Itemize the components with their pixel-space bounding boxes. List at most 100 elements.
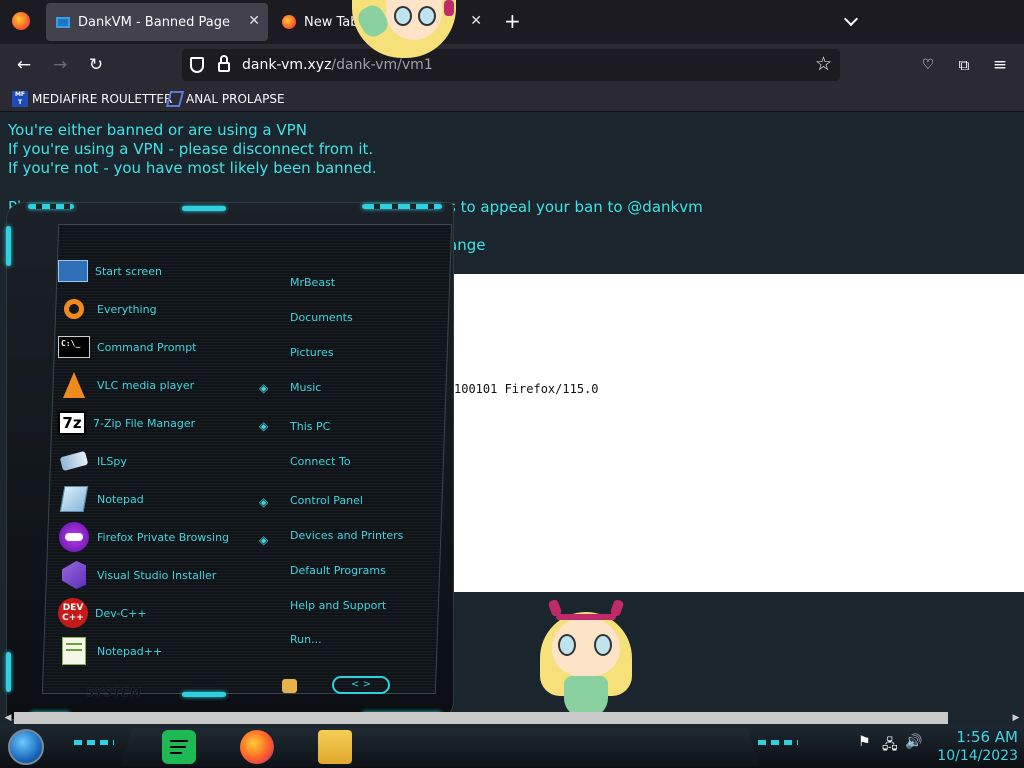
firefox-icon[interactable] — [240, 730, 274, 764]
program-label: Dev-C++ — [95, 606, 147, 620]
lock-icon[interactable] — [218, 62, 230, 72]
start-menu: Start screen Everything C:\_ Command Pro… — [6, 202, 454, 720]
program-notepad[interactable]: Notepad — [58, 482, 258, 516]
tab-title: DankVM - Banned Page — [78, 14, 231, 30]
vm-display-area[interactable] — [454, 274, 1024, 592]
firefox-private-icon — [58, 521, 90, 553]
shield-icon[interactable] — [190, 57, 204, 73]
program-label: Everything — [97, 302, 157, 316]
user-icon[interactable] — [282, 679, 297, 693]
scroll-left-arrow[interactable]: ◀ — [2, 712, 14, 724]
place-music[interactable]: Music — [290, 381, 321, 394]
system-label: SYSTEM — [84, 686, 143, 699]
page-line-4-end: s to appeal your ban to @dankvm — [448, 198, 703, 216]
tab-dankvm[interactable]: DankVM - Banned Page ✕ — [46, 3, 268, 41]
vlc-cone-icon — [58, 369, 90, 401]
visual-studio-icon — [165, 91, 185, 107]
place-pictures[interactable]: Pictures — [290, 346, 334, 359]
submenu-arrow-icon[interactable]: ◈ — [259, 382, 271, 394]
program-firefox-private[interactable]: Firefox Private Browsing — [58, 520, 258, 554]
bookmark-label: ANAL PROLAPSE — [186, 92, 285, 106]
power-button[interactable]: < > — [332, 676, 390, 694]
submenu-arrow-icon[interactable]: ◈ — [259, 496, 271, 508]
bookmark-star-icon[interactable]: ☆ — [815, 53, 832, 75]
start-orb-icon[interactable] — [8, 729, 44, 765]
url-host: dank-vm.xyz — [242, 57, 332, 73]
program-devcpp[interactable]: DEV C++ Dev-C++ — [58, 596, 258, 630]
program-everything[interactable]: Everything — [58, 292, 258, 326]
firefox-icon — [282, 15, 296, 29]
flag-icon[interactable]: ⚑ — [858, 734, 871, 750]
bookmark-mediafire[interactable]: MF T MEDIAFIRE ROULETTER — [12, 90, 172, 108]
plus-icon[interactable]: + — [504, 10, 521, 32]
back-arrow-icon[interactable]: ← — [12, 53, 36, 77]
visual-studio-installer-icon — [58, 559, 90, 591]
seven-zip-icon: 7z — [58, 411, 86, 435]
volume-icon[interactable]: 🔊 — [905, 734, 922, 750]
mediafire-icon: MF T — [12, 91, 28, 107]
program-label: Start screen — [95, 264, 162, 278]
star-sticker-bottom — [536, 598, 636, 726]
useragent-text: 100101 Firefox/115.0 — [454, 382, 599, 396]
chevron-down-icon[interactable] — [843, 11, 859, 27]
program-7zip[interactable]: 7z 7-Zip File Manager — [58, 406, 258, 440]
hamburger-menu-icon[interactable]: ≡ — [988, 53, 1012, 77]
scroll-right-arrow[interactable]: ▶ — [1010, 712, 1022, 724]
place-devices-printers[interactable]: Devices and Printers — [290, 529, 403, 542]
command-prompt-icon: C:\_ — [58, 336, 90, 358]
taskbar-center-panel — [120, 728, 760, 766]
page-line-2: If you're using a VPN - please disconnec… — [8, 140, 374, 158]
clock-date: 10/14/2023 — [937, 748, 1018, 764]
program-label: 7-Zip File Manager — [93, 416, 196, 430]
url-bar[interactable]: dank-vm.xyz/dank-vm/vm1 ☆ — [182, 49, 840, 81]
extensions-icon[interactable]: ⧉ — [952, 53, 976, 77]
program-start-screen[interactable]: Start screen — [58, 254, 258, 288]
submenu-arrow-icon[interactable]: ◈ — [259, 534, 271, 546]
bookmark-second[interactable]: ANAL PROLAPSE — [165, 90, 285, 108]
network-icon[interactable]: 🖧 — [882, 734, 898, 758]
devcpp-icon: DEV C++ — [58, 598, 88, 628]
taskbar-neon-left — [74, 740, 114, 745]
place-documents[interactable]: Documents — [290, 311, 353, 324]
program-vlc[interactable]: VLC media player — [58, 368, 258, 402]
place-this-pc[interactable]: This PC — [290, 420, 330, 433]
program-ilspy[interactable]: ILSpy — [58, 444, 258, 478]
firefox-menu-icon[interactable] — [12, 12, 30, 30]
forward-arrow-icon[interactable]: → — [48, 53, 72, 77]
taskbar: ⚑ 🖧 🔊 1:56 AM 10/14/2023 — [0, 726, 1024, 768]
page-line-1: You're either banned or are using a VPN — [8, 121, 307, 139]
place-run[interactable]: Run... — [290, 633, 322, 646]
ilspy-icon — [58, 445, 90, 477]
program-label: VLC media player — [97, 378, 195, 392]
file-explorer-icon[interactable] — [318, 730, 352, 764]
pocket-icon[interactable]: ♡ — [916, 53, 940, 77]
spotify-icon[interactable] — [162, 730, 196, 764]
submenu-arrow-icon[interactable]: ◈ — [259, 420, 271, 432]
place-default-programs[interactable]: Default Programs — [290, 564, 386, 577]
close-tab-icon[interactable]: ✕ — [248, 13, 260, 29]
place-control-panel[interactable]: Control Panel — [290, 494, 363, 507]
program-label: Visual Studio Installer — [97, 568, 217, 582]
reload-icon[interactable]: ↻ — [84, 53, 108, 77]
close-tab-icon[interactable]: ✕ — [470, 13, 482, 29]
bookmark-label: MEDIAFIRE ROULETTER — [32, 92, 173, 106]
neon-accent — [6, 652, 11, 692]
taskbar-neon-right — [758, 740, 798, 745]
program-notepadpp[interactable]: Notepad++ — [58, 634, 258, 668]
neon-accent — [182, 206, 226, 211]
program-label: Notepad — [97, 492, 144, 506]
lock-shackle — [220, 55, 228, 63]
navigation-toolbar: ← → ↻ dank-vm.xyz/dank-vm/vm1 ☆ ♡ ⧉ ≡ — [0, 44, 1024, 86]
place-help-support[interactable]: Help and Support — [290, 599, 386, 612]
place-connect-to[interactable]: Connect To — [290, 455, 351, 468]
magnifier-icon — [58, 293, 90, 325]
program-vs-installer[interactable]: Visual Studio Installer — [58, 558, 258, 592]
clock[interactable]: 1:56 AM 10/14/2023 — [937, 728, 1018, 766]
monitor-icon — [56, 16, 70, 28]
place-mrbeast[interactable]: MrBeast — [290, 276, 335, 289]
bookmarks-toolbar: MF T MEDIAFIRE ROULETTER ANAL PROLAPSE — [0, 86, 1024, 112]
program-label: Notepad++ — [97, 644, 163, 658]
start-screen-icon — [58, 260, 88, 282]
program-command-prompt[interactable]: C:\_ Command Prompt — [58, 330, 258, 364]
horizontal-scrollbar[interactable] — [14, 712, 948, 724]
